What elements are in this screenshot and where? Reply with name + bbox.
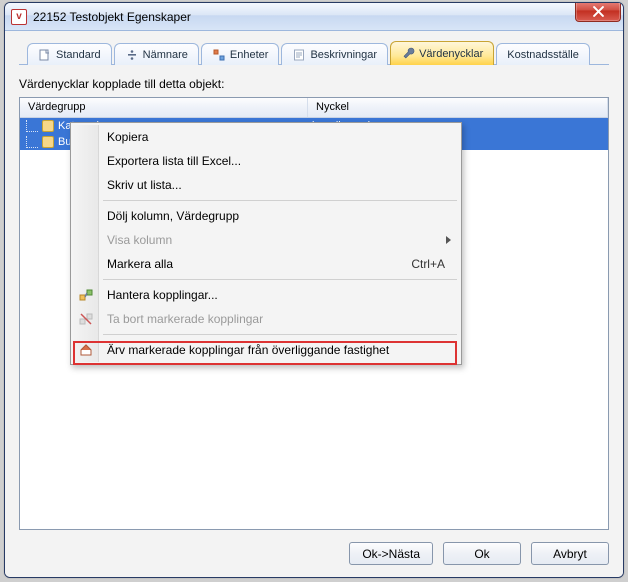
menu-shortcut: Ctrl+A xyxy=(411,257,445,271)
col-header-key[interactable]: Nyckel xyxy=(308,98,608,117)
cancel-button[interactable]: Avbryt xyxy=(531,542,609,565)
menu-label: Skriv ut lista... xyxy=(107,178,182,192)
tab-vardenycklar[interactable]: Värdenycklar xyxy=(390,41,494,65)
menu-item-export-excel[interactable]: Exportera lista till Excel... xyxy=(73,149,459,173)
table-header: Värdegrupp Nyckel xyxy=(20,98,608,118)
dialog-footer: Ok->Nästa Ok Avbryt xyxy=(19,530,609,565)
menu-separator xyxy=(103,200,457,201)
tab-label: Nämnare xyxy=(143,49,188,61)
menu-label: Ta bort markerade kopplingar xyxy=(107,312,263,326)
col-header-group[interactable]: Värdegrupp xyxy=(20,98,308,117)
units-icon xyxy=(212,48,226,62)
menu-item-copy[interactable]: Kopiera xyxy=(73,125,459,149)
doc-lines-icon xyxy=(292,48,306,62)
window-title: 22152 Testobjekt Egenskaper xyxy=(33,10,191,24)
remove-links-icon xyxy=(78,311,94,327)
ok-button[interactable]: Ok xyxy=(443,542,521,565)
tree-connector-icon xyxy=(26,136,38,148)
menu-separator xyxy=(103,334,457,335)
category-badge-icon xyxy=(42,136,54,148)
tab-beskrivningar[interactable]: Beskrivningar xyxy=(281,43,388,65)
menu-item-hide-column[interactable]: Dölj kolumn, Värdegrupp xyxy=(73,204,459,228)
tree-connector-icon xyxy=(26,120,38,132)
section-label: Värdenycklar kopplade till detta objekt: xyxy=(19,77,609,91)
links-icon xyxy=(78,287,94,303)
app-icon: v xyxy=(11,9,27,25)
house-icon xyxy=(78,342,94,358)
menu-separator xyxy=(103,279,457,280)
tab-standard[interactable]: Standard xyxy=(27,43,112,65)
close-icon xyxy=(593,6,604,17)
menu-item-inherit-links[interactable]: Ärv markerade kopplingar från överliggan… xyxy=(73,338,459,362)
menu-label: Visa kolumn xyxy=(107,233,172,247)
menu-item-print[interactable]: Skriv ut lista... xyxy=(73,173,459,197)
tabstrip: Standard Nämnare Enheter Beskrivningar xyxy=(19,41,609,65)
tab-label: Kostnadsställe xyxy=(507,49,579,61)
menu-label: Kopiera xyxy=(107,130,148,144)
menu-label: Hantera kopplingar... xyxy=(107,288,218,302)
divide-icon xyxy=(125,48,139,62)
titlebar[interactable]: v 22152 Testobjekt Egenskaper xyxy=(5,3,623,31)
menu-label: Ärv markerade kopplingar från överliggan… xyxy=(107,343,389,357)
menu-label: Exportera lista till Excel... xyxy=(107,154,241,168)
tab-kostnadsstalle[interactable]: Kostnadsställe xyxy=(496,43,590,65)
close-button[interactable] xyxy=(575,2,621,22)
ok-next-button[interactable]: Ok->Nästa xyxy=(349,542,433,565)
chevron-right-icon xyxy=(446,236,451,244)
tab-enheter[interactable]: Enheter xyxy=(201,43,280,65)
category-badge-icon xyxy=(42,120,54,132)
menu-item-remove-links: Ta bort markerade kopplingar xyxy=(73,307,459,331)
tab-label: Enheter xyxy=(230,49,269,61)
wrench-icon xyxy=(401,47,415,61)
menu-label: Dölj kolumn, Värdegrupp xyxy=(107,209,239,223)
tab-label: Beskrivningar xyxy=(310,49,377,61)
tab-label: Standard xyxy=(56,49,101,61)
tab-label: Värdenycklar xyxy=(419,48,483,60)
menu-item-show-column: Visa kolumn xyxy=(73,228,459,252)
page-icon xyxy=(38,48,52,62)
menu-item-manage-links[interactable]: Hantera kopplingar... xyxy=(73,283,459,307)
context-menu: Kopiera Exportera lista till Excel... Sk… xyxy=(70,122,462,365)
menu-label: Markera alla xyxy=(107,257,173,271)
tab-namnare[interactable]: Nämnare xyxy=(114,43,199,65)
menu-item-select-all[interactable]: Markera alla Ctrl+A xyxy=(73,252,459,276)
